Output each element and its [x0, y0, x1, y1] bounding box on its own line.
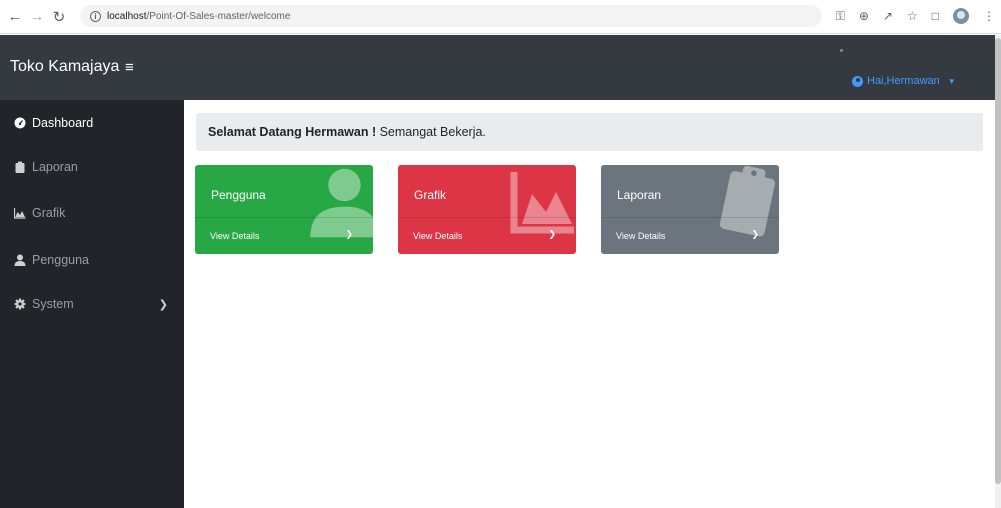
star-icon[interactable]: ☆	[907, 8, 918, 24]
sidebar: Dashboard Laporan Grafik Pengguna System…	[0, 100, 184, 508]
user-label: Hai,Hermawan	[867, 75, 940, 87]
card-pengguna: Pengguna View Details ❯	[195, 165, 373, 254]
clipboard-icon	[15, 161, 25, 173]
url-host: localhost	[107, 10, 147, 22]
kebab-menu-icon[interactable]: ⋮	[983, 8, 995, 24]
user-dropdown[interactable]: Hai,Hermawan ▼	[852, 75, 956, 87]
browser-toolbar: ← → ↻ i localhost /Point-Of-Sales-master…	[0, 0, 1001, 34]
welcome-message: Semangat Bekerja.	[376, 125, 486, 139]
scrollbar-thumb[interactable]	[995, 38, 1001, 484]
caret-down-icon: ▼	[947, 76, 956, 86]
card-title: Pengguna	[211, 188, 266, 202]
sidebar-item-laporan[interactable]: Laporan	[0, 147, 184, 187]
key-icon[interactable]: ⚿	[836, 8, 845, 24]
area-chart-icon	[14, 208, 26, 219]
top-navbar: Toko Kamajaya ≡ Hai,Hermawan ▼	[0, 35, 995, 100]
sidebar-item-label: Dashboard	[32, 116, 94, 130]
sidebar-item-label: System	[32, 297, 74, 311]
chevron-right-icon: ❯	[158, 298, 168, 311]
sidebar-item-label: Laporan	[32, 160, 78, 174]
sidebar-item-label: Pengguna	[32, 253, 90, 267]
reload-icon[interactable]: ↻	[48, 6, 70, 28]
dashboard-icon	[14, 117, 26, 129]
chevron-right-icon: ❯	[751, 229, 759, 239]
view-details-label: View Details	[616, 231, 666, 241]
view-details-label: View Details	[210, 231, 260, 241]
hamburger-menu-icon[interactable]: ≡	[125, 59, 134, 76]
sidebar-item-label: Grafik	[32, 206, 66, 220]
back-arrow-icon[interactable]: ←	[4, 6, 26, 28]
forward-arrow-icon[interactable]: →	[26, 6, 48, 28]
sidebar-item-grafik[interactable]: Grafik	[0, 193, 184, 233]
url-path: /Point-Of-Sales-master/welcome	[146, 10, 291, 22]
sidebar-item-system[interactable]: System ❯	[0, 284, 184, 324]
chevron-right-icon: ❯	[345, 229, 353, 239]
zoom-icon[interactable]: ⊕	[859, 8, 869, 24]
profile-avatar[interactable]	[953, 8, 969, 24]
sidebar-item-pengguna[interactable]: Pengguna	[0, 240, 184, 280]
chevron-right-icon: ❯	[548, 229, 556, 239]
brand-title[interactable]: Toko Kamajaya	[10, 58, 119, 76]
sidebar-item-dashboard[interactable]: Dashboard	[0, 103, 184, 143]
info-icon[interactable]: i	[90, 10, 101, 22]
user-circle-icon	[852, 75, 863, 87]
card-laporan: Laporan View Details ❯	[601, 165, 779, 254]
address-bar[interactable]: i localhost /Point-Of-Sales-master/welco…	[80, 5, 822, 27]
view-details-label: View Details	[413, 231, 463, 241]
side-panel-icon[interactable]: □	[932, 8, 939, 24]
welcome-greeting: Selamat Datang Hermawan !	[208, 125, 377, 139]
welcome-banner: Selamat Datang Hermawan ! Semangat Beker…	[196, 113, 983, 151]
user-icon	[14, 254, 26, 266]
gear-icon	[14, 298, 26, 310]
decorative-dot	[840, 49, 843, 52]
card-grafik: Grafik View Details ❯	[398, 165, 576, 254]
card-title: Grafik	[414, 188, 447, 202]
share-icon[interactable]: ↗	[883, 8, 893, 24]
card-title: Laporan	[617, 188, 662, 202]
